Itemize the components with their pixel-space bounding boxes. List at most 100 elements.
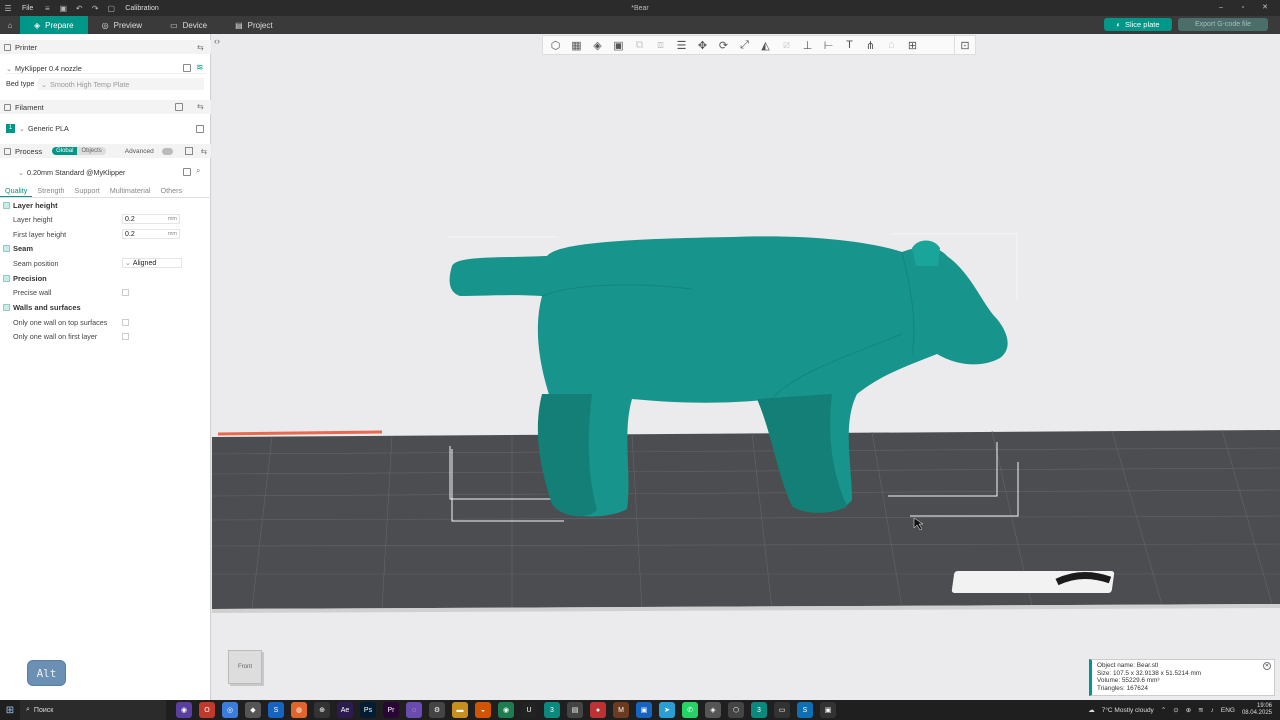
opera-icon[interactable]: O: [199, 702, 215, 718]
maximize-icon[interactable]: ▫: [1232, 0, 1254, 16]
tab-support[interactable]: Support: [70, 184, 105, 197]
export-gcode-button[interactable]: Export G-code file: [1178, 18, 1268, 31]
process-profile-select[interactable]: ⌄ 0.20mm Standard @MyKlipper: [18, 167, 190, 178]
search-icon[interactable]: ⌕: [196, 166, 200, 176]
printer-select[interactable]: ⌄ MyKlipper 0.4 nozzle: [6, 63, 206, 74]
clock[interactable]: 19:06 08.04.2025: [1242, 703, 1272, 717]
app-icon[interactable]: M: [613, 702, 629, 718]
app-icon[interactable]: S: [268, 702, 284, 718]
tab-strength[interactable]: Strength: [32, 184, 69, 197]
app-icon[interactable]: ◉: [176, 702, 192, 718]
file-menu[interactable]: File: [16, 5, 39, 12]
network-icon[interactable]: ⊙: [1173, 706, 1178, 714]
close-info-icon[interactable]: ✕: [1263, 662, 1271, 670]
process-settings-icon[interactable]: ⇆: [201, 147, 207, 156]
close-icon[interactable]: ✕: [1254, 0, 1276, 16]
process-tabs: Quality Strength Support Multimaterial O…: [0, 184, 211, 198]
group-icon: [3, 245, 10, 252]
objects-option[interactable]: Objects: [77, 147, 106, 155]
app-icon[interactable]: ▭: [774, 702, 790, 718]
group-icon: [3, 304, 10, 311]
edit-filament-icon[interactable]: [196, 125, 204, 133]
filament-color-swatch[interactable]: 1: [6, 124, 15, 133]
one-wall-first-checkbox[interactable]: [122, 333, 129, 340]
home-icon[interactable]: ⌂: [0, 21, 20, 30]
bambu-icon[interactable]: 3: [544, 702, 560, 718]
edit-printer-icon[interactable]: [183, 64, 191, 72]
tab-device[interactable]: ▭ Device: [156, 16, 221, 34]
calibration-menu[interactable]: Calibration: [119, 5, 164, 12]
layer-height-input[interactable]: 0.2 mm: [122, 214, 180, 224]
filament-settings-icon[interactable]: ⇆: [197, 102, 204, 111]
wifi-icon[interactable]: ≋: [1198, 706, 1203, 714]
precision-group: Precision: [3, 274, 47, 283]
global-option[interactable]: Global: [52, 147, 78, 155]
app-icon[interactable]: ▣: [820, 702, 836, 718]
one-wall-top-checkbox[interactable]: [122, 319, 129, 326]
tab-quality[interactable]: Quality: [0, 184, 33, 197]
volume-icon[interactable]: ♪: [1211, 707, 1214, 714]
app-icon[interactable]: ●: [590, 702, 606, 718]
hamburger-icon[interactable]: ≡: [39, 4, 55, 13]
app-icon[interactable]: ⚙: [429, 702, 445, 718]
app-icon[interactable]: ◈: [705, 702, 721, 718]
folder-icon[interactable]: ▬: [452, 702, 468, 718]
app-menu-icon[interactable]: ☰: [0, 4, 16, 13]
globe-icon[interactable]: ⊕: [1186, 706, 1191, 714]
preview-icon: ◎: [101, 20, 109, 30]
save-profile-icon[interactable]: [183, 168, 191, 176]
undo-icon[interactable]: ↶: [71, 4, 87, 13]
firefox-icon[interactable]: ◍: [291, 702, 307, 718]
seam-position-select[interactable]: ⌄ Aligned: [122, 258, 182, 268]
view-cube[interactable]: Front: [228, 650, 262, 684]
app-icon[interactable]: ▤: [567, 702, 583, 718]
app-icon[interactable]: ◒: [475, 702, 491, 718]
weather-icon[interactable]: ☁: [1088, 706, 1095, 714]
main-nav: ⌂ ◈ Prepare ◎ Preview ▭ Device ▤ Project ◐ Sl…: [0, 16, 1280, 34]
3d-viewport[interactable]: ‹› ⬡ ▦ ◈ ▣ ⧉ ⧈ ☰ ✥ ⟳ ⤢ ◭ ⧄ ⊥ ⊢ T ⋔ ⌂ ⊞ ⊡: [212, 34, 1280, 700]
slice-plate-button[interactable]: ◐ Slice plate: [1104, 18, 1172, 31]
photoshop-icon[interactable]: Ps: [360, 702, 376, 718]
whatsapp-icon[interactable]: ✆: [682, 702, 698, 718]
app-icon[interactable]: ◆: [245, 702, 261, 718]
app-icon[interactable]: ◉: [498, 702, 514, 718]
app-icon[interactable]: ◌: [406, 702, 422, 718]
minimize-icon[interactable]: –: [1210, 0, 1232, 16]
tab-prepare[interactable]: ◈ Prepare: [20, 16, 88, 34]
chevron-up-icon[interactable]: ⌃: [1161, 706, 1166, 714]
chrome-icon[interactable]: ◎: [222, 702, 238, 718]
add-filament-icon[interactable]: [175, 103, 183, 111]
app-icon[interactable]: ▣: [636, 702, 652, 718]
after-effects-icon[interactable]: Ae: [337, 702, 353, 718]
weather-text[interactable]: 7°C Mostly cloudy: [1102, 707, 1154, 714]
bed-type-select[interactable]: ⌄ Smooth High Temp Plate: [38, 78, 204, 90]
redo-icon[interactable]: ↷: [87, 4, 103, 13]
settings-icon[interactable]: ⇆: [197, 43, 204, 52]
tab-multimaterial[interactable]: Multimaterial: [105, 184, 156, 197]
orca-icon[interactable]: 3: [751, 702, 767, 718]
windows-start-icon[interactable]: ⊞: [0, 705, 20, 716]
filament-row[interactable]: 1 ⌄ Generic PLA: [6, 124, 217, 133]
app-icon[interactable]: ⬡: [728, 702, 744, 718]
tab-others[interactable]: Others: [155, 184, 187, 197]
window-controls: – ▫ ✕: [1210, 0, 1276, 16]
precise-wall-checkbox[interactable]: [122, 289, 129, 296]
precise-wall-label: Precise wall: [13, 288, 52, 297]
language-indicator[interactable]: ENG: [1221, 707, 1235, 714]
process-compare-icon[interactable]: [184, 147, 193, 155]
telegram-icon[interactable]: ➤: [659, 702, 675, 718]
first-layer-height-label: First layer height: [13, 230, 67, 239]
tab-preview[interactable]: ◎ Preview: [88, 16, 156, 34]
first-layer-height-input[interactable]: 0.2 mm: [122, 229, 180, 239]
slice-icon: ◐: [1116, 20, 1121, 29]
advanced-switch[interactable]: [161, 147, 173, 155]
global-objects-toggle[interactable]: Global Objects: [52, 147, 106, 155]
save-icon[interactable]: ▣: [55, 4, 71, 13]
premiere-icon[interactable]: Pr: [383, 702, 399, 718]
wifi-icon[interactable]: ≋: [196, 62, 204, 73]
unreal-icon[interactable]: U: [521, 702, 537, 718]
taskbar-search[interactable]: ⌕ Поиск: [20, 700, 166, 720]
app-icon[interactable]: S: [797, 702, 813, 718]
app-icon[interactable]: ⊕: [314, 702, 330, 718]
tab-project[interactable]: ▤ Project: [221, 16, 286, 34]
